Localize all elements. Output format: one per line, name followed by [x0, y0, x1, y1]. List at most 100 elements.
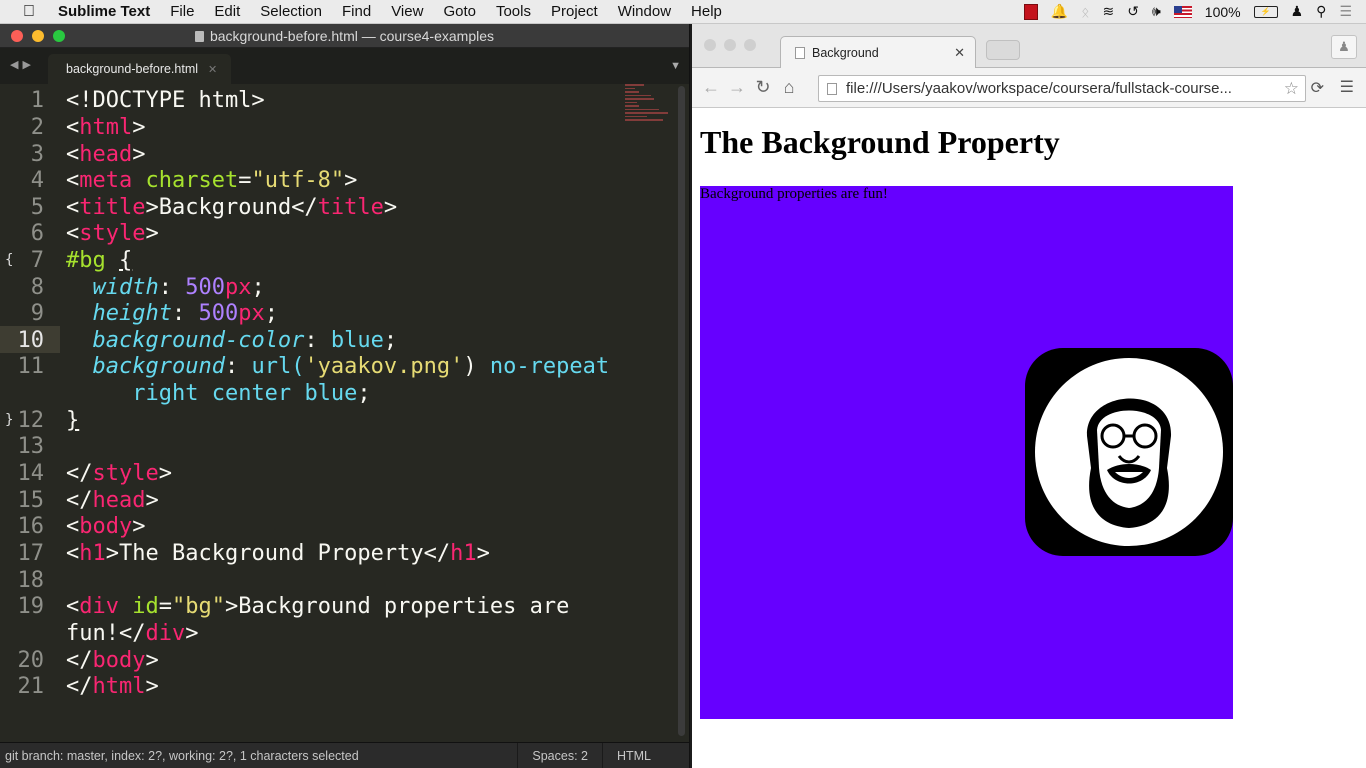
fold-close-icon[interactable]: } — [5, 412, 13, 428]
line-number: 18 — [17, 568, 45, 593]
code-editor[interactable]: 1 2 3 4 5 6 7 8 9 10 11 12 13 14 15 16 1… — [0, 84, 676, 740]
window-title: background-before.html — course4-example… — [0, 28, 689, 44]
line-number: 8 — [30, 275, 44, 300]
home-icon[interactable]: ⌂ — [776, 77, 802, 98]
menu-goto[interactable]: Goto — [433, 3, 486, 20]
status-bar: git branch: master, index: 2?, working: … — [0, 742, 689, 768]
menu-edit[interactable]: Edit — [204, 3, 250, 20]
editor-scrollbar[interactable] — [678, 86, 685, 736]
notification-bell-icon[interactable]: 🔔 — [1051, 3, 1068, 20]
git-status: git branch: master, index: 2?, working: … — [5, 748, 359, 763]
line-number: 6 — [30, 221, 44, 246]
battery-percent: 100% — [1204, 3, 1241, 20]
code-line: <div id="bg">Background properties are — [66, 594, 570, 619]
code-line: <!DOCTYPE html> — [66, 88, 265, 113]
menu-help[interactable]: Help — [681, 3, 732, 20]
menu-view[interactable]: View — [381, 3, 433, 20]
page-icon — [795, 47, 805, 59]
syntax-setting[interactable]: HTML — [601, 743, 689, 768]
line-number: 15 — [17, 488, 45, 513]
spotlight-search-icon[interactable]: ⚲ — [1316, 3, 1326, 20]
code-line-wrapped: right center blue; — [132, 381, 371, 406]
line-number: 9 — [30, 301, 44, 326]
apple-menu-icon[interactable]:  — [0, 3, 58, 21]
code-line: width: 500px; — [92, 275, 265, 300]
sublime-tab-bar: ◀▶ background-before.html ✕ ▼ — [0, 48, 689, 84]
browser-tab[interactable]: Background ✕ — [780, 36, 976, 69]
code-line: #bg { — [66, 248, 133, 273]
menu-app-name[interactable]: Sublime Text — [58, 3, 160, 20]
line-number: 16 — [17, 514, 45, 539]
yaakov-avatar-image — [1025, 348, 1233, 556]
menu-file[interactable]: File — [160, 3, 204, 20]
reload-icon[interactable]: ↻ — [750, 77, 776, 98]
zoom-window-button[interactable] — [744, 39, 756, 51]
input-source-flag-icon[interactable] — [1173, 5, 1192, 18]
back-icon[interactable]: ← — [698, 77, 724, 98]
user-icon[interactable]: ♟ — [1291, 3, 1304, 20]
forward-icon[interactable]: → — [724, 77, 750, 98]
tab-dropdown-icon[interactable]: ▼ — [670, 60, 681, 72]
line-number: 5 — [30, 195, 44, 220]
code-line: </body> — [66, 648, 159, 673]
code-line: <head> — [66, 142, 146, 167]
background-div-text: Background properties are fun! — [700, 186, 888, 202]
code-line: <style> — [66, 221, 159, 246]
menu-project[interactable]: Project — [541, 3, 608, 20]
battery-icon[interactable]: ⚡ — [1253, 5, 1278, 18]
browser-toolbar: ← → ↻ ⌂ file:///Users/yaakov/workspace/c… — [692, 68, 1366, 108]
close-tab-icon[interactable]: ✕ — [954, 45, 965, 61]
profile-icon[interactable]: ♟ — [1331, 35, 1357, 59]
menu-selection[interactable]: Selection — [250, 3, 332, 20]
code-line: height: 500px; — [92, 301, 278, 326]
code-line-wrapped: fun!</div> — [66, 621, 199, 646]
notification-center-icon[interactable]: ☰ — [1339, 3, 1352, 20]
line-number: 1 — [30, 88, 44, 113]
indentation-setting[interactable]: Spaces: 2 — [517, 743, 602, 768]
minimize-window-button[interactable] — [724, 39, 736, 51]
document-icon — [194, 31, 204, 42]
code-line: <meta charset="utf-8"> — [66, 168, 358, 193]
line-number: 19 — [17, 594, 45, 619]
menu-window[interactable]: Window — [608, 3, 681, 20]
address-bar[interactable]: file:///Users/yaakov/workspace/coursera/… — [818, 75, 1306, 102]
editor-tab-label: background-before.html — [66, 62, 199, 76]
minimap[interactable] — [625, 84, 673, 136]
line-number-current: 10 — [17, 328, 45, 353]
menu-bar:  Sublime Text File Edit Selection Find … — [0, 0, 1366, 24]
close-tab-icon[interactable]: ✕ — [208, 63, 217, 76]
url-text: file:///Users/yaakov/workspace/coursera/… — [846, 80, 1232, 97]
code-line-current: background-color: blue; — [92, 328, 398, 353]
page-heading: The Background Property — [700, 124, 1060, 160]
sublime-titlebar: background-before.html — course4-example… — [0, 24, 689, 48]
close-window-button[interactable] — [704, 39, 716, 51]
web-page: The Background Property Background prope… — [692, 108, 1366, 768]
extension-sync-icon[interactable]: ⟳ — [1311, 78, 1324, 98]
code-line: </head> — [66, 488, 159, 513]
bluetooth-icon[interactable]: ᛟ — [1081, 4, 1089, 20]
window-title-text: background-before.html — course4-example… — [209, 28, 495, 44]
chrome-menu-icon[interactable]: ☰ — [1340, 77, 1354, 97]
line-number: 2 — [30, 115, 44, 140]
editor-tab[interactable]: background-before.html ✕ — [48, 54, 232, 84]
wifi-icon[interactable]: ≋ — [1103, 3, 1115, 20]
line-number: 20 — [17, 648, 45, 673]
recording-icon[interactable] — [1023, 3, 1038, 20]
chrome-tab-strip: Background ✕ ♟ — [692, 24, 1366, 69]
line-number: 21 — [17, 674, 45, 699]
menu-tools[interactable]: Tools — [486, 3, 541, 20]
time-machine-icon[interactable]: ↺ — [1127, 3, 1139, 20]
line-number: 4 — [30, 168, 44, 193]
background-div: Background properties are fun! — [700, 186, 1233, 719]
volume-icon[interactable]: 🕪 — [1152, 3, 1161, 20]
new-tab-button[interactable] — [986, 40, 1020, 60]
code-line: <title>Background</title> — [66, 195, 398, 220]
code-line: </html> — [66, 674, 159, 699]
bookmark-star-icon[interactable]: ☆ — [1284, 79, 1299, 99]
tab-nav-arrows-icon[interactable]: ◀▶ — [10, 58, 35, 71]
code-line: <h1>The Background Property</h1> — [66, 541, 490, 566]
code-line: } — [66, 408, 80, 433]
menu-find[interactable]: Find — [332, 3, 381, 20]
browser-tab-title: Background — [812, 46, 879, 60]
fold-open-icon[interactable]: { — [5, 252, 13, 268]
